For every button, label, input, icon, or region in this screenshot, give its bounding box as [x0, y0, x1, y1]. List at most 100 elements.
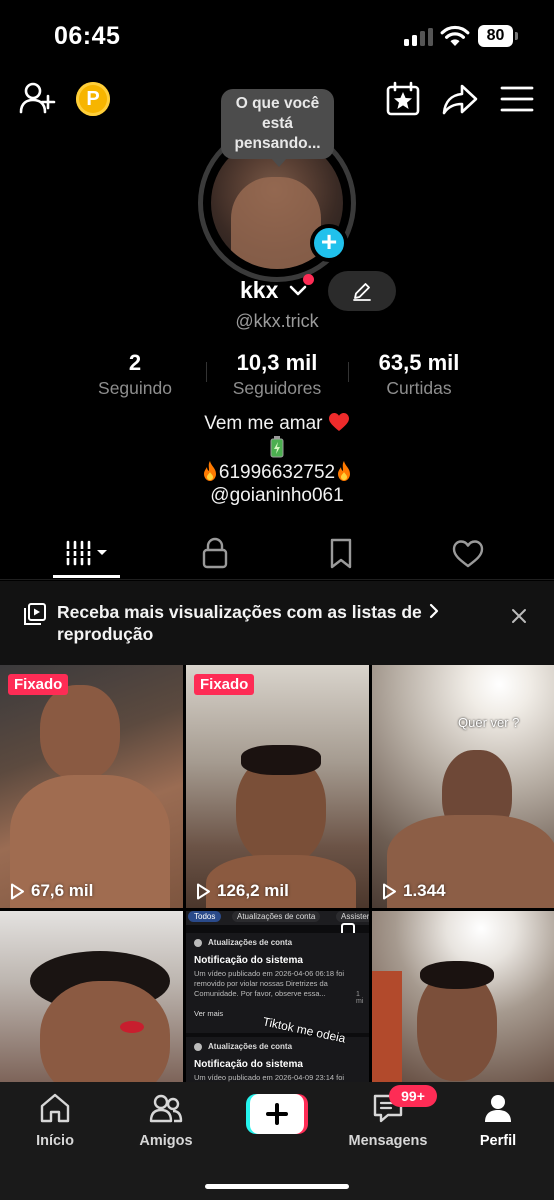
battery-icon: 80 [478, 25, 518, 47]
chevron-right-icon[interactable] [428, 603, 440, 619]
notif-more: Ver mais [194, 1009, 224, 1018]
stat-followers[interactable]: 10,3 mil Seguidores [210, 350, 344, 399]
stat-following[interactable]: 2 Seguindo [80, 350, 190, 399]
view-count: 1.344 [382, 881, 446, 901]
bio-line-3: 61996632752 [0, 460, 554, 484]
stat-following-label: Seguindo [98, 378, 172, 398]
tab-private-lock-icon[interactable] [195, 536, 235, 570]
view-count-value: 126,2 mil [217, 881, 289, 900]
view-count: 126,2 mil [196, 881, 289, 901]
battery-level: 80 [478, 25, 513, 47]
video-thumbnail[interactable]: Fixado 126,2 mil [186, 665, 369, 908]
stat-likes-value: 63,5 mil [378, 350, 460, 375]
menu-icon[interactable] [498, 80, 536, 118]
stats-divider [348, 362, 349, 382]
stats-divider [206, 362, 207, 382]
video-grid: Fixado 67,6 mil Fixado 126,2 mil Quer ve… [0, 665, 554, 1086]
nav-profile-label: Perfil [479, 1133, 517, 1149]
video-overlay-text: Quer ver ? [458, 715, 520, 730]
share-icon[interactable] [441, 80, 479, 118]
stat-following-value: 2 [128, 350, 142, 375]
view-count-value: 1.344 [403, 881, 446, 900]
stat-likes-label: Curtidas [386, 378, 452, 398]
messages-badge: 99+ [389, 1085, 437, 1107]
notif-tab-all: Todos [188, 911, 222, 922]
stat-followers-value: 10,3 mil [236, 350, 318, 375]
wifi-icon [440, 25, 470, 46]
tabs-divider [0, 579, 554, 580]
tab-active-indicator [53, 575, 120, 578]
bottom-nav: Início Amigos Mensagens 99+ Perfil [0, 1082, 554, 1200]
bio-phone: 61996632752 [218, 462, 336, 483]
add-friend-icon[interactable] [18, 80, 56, 118]
stat-likes[interactable]: 63,5 mil Curtidas [360, 350, 478, 399]
profile-handle: @kkx.trick [235, 311, 319, 331]
home-icon [40, 1093, 70, 1123]
pencil-icon [353, 283, 371, 301]
playlist-icon [24, 603, 46, 625]
notif-time: 1 mi [356, 991, 364, 1005]
status-time: 06:45 [54, 22, 121, 50]
video-thumbnail[interactable]: Quer ver ? 1.344 [372, 665, 554, 908]
edit-profile-button[interactable] [328, 271, 396, 311]
notif-header: Atualizações de conta [208, 938, 293, 947]
play-icon [197, 883, 210, 899]
video-thumbnail[interactable] [372, 911, 554, 1086]
name-row: kkx [0, 274, 554, 310]
view-count: 67,6 mil [10, 881, 93, 901]
bio-line-1: Vem me amar [0, 412, 554, 435]
notif-tab-updates: Atualizações de conta [232, 911, 321, 922]
nav-messages-label: Mensagens [348, 1133, 428, 1149]
tab-videos-grid[interactable] [64, 536, 110, 570]
tab-saved-bookmark-icon[interactable] [321, 536, 361, 570]
bubble-line-3: pensando... [234, 135, 321, 152]
cellular-signal-icon [404, 28, 434, 46]
pinned-badge: Fixado [8, 674, 69, 695]
red-heart-icon [328, 413, 349, 431]
play-icon [11, 883, 24, 899]
video-thumbnail[interactable]: Todos Atualizações de conta Assisten Atu… [186, 911, 369, 1086]
status-bar: 06:45 80 [0, 0, 554, 70]
bio-text-1: Vem me amar [204, 413, 323, 434]
notif-body: Um vídeo publicado em 2026-04-06 06:18 f… [194, 969, 345, 998]
coins-icon[interactable]: P [76, 82, 110, 116]
promo-text: Receba mais visualizações com as listas … [57, 602, 422, 644]
nav-friends[interactable]: Amigos [121, 1092, 211, 1149]
friends-icon [149, 1094, 183, 1123]
stats-row: 2 Seguindo 10,3 mil Seguidores 63,5 mil … [0, 350, 554, 400]
battery-emoji-icon [270, 436, 284, 458]
video-thumbnail[interactable]: Fixado 67,6 mil [0, 665, 183, 908]
play-icon [383, 883, 396, 899]
create-button[interactable] [246, 1094, 308, 1134]
notif-body-2: Um vídeo publicado em 2026-04-09 23:14 f… [194, 1073, 345, 1082]
stat-followers-label: Seguidores [232, 378, 322, 398]
pinned-badge: Fixado [194, 674, 255, 695]
profile-tabs [0, 530, 554, 580]
notif-tab-assist: Assisten [336, 911, 369, 922]
profile-icon [485, 1095, 511, 1122]
notif-title-2: Notificação do sistema [194, 1059, 303, 1070]
playlist-promo-banner[interactable]: Receba mais visualizações com as listas … [0, 581, 554, 665]
nav-home[interactable]: Início [10, 1092, 100, 1149]
home-indicator [205, 1184, 349, 1189]
status-note-bubble[interactable]: O que você está pensando... [221, 89, 334, 167]
calendar-star-icon[interactable] [384, 80, 422, 118]
nav-profile[interactable]: Perfil [453, 1092, 543, 1149]
view-count-value: 67,6 mil [31, 881, 94, 900]
notif-title: Notificação do sistema [194, 955, 303, 966]
fire-icon [203, 461, 216, 481]
video-thumbnail[interactable] [0, 911, 183, 1086]
notif-header-2: Atualizações de conta [208, 1042, 293, 1051]
chevron-down-icon[interactable] [289, 284, 307, 298]
fire-icon [338, 461, 351, 481]
bubble-line-2: está [261, 115, 294, 132]
bubble-line-1: O que você [235, 95, 320, 112]
nav-friends-label: Amigos [139, 1133, 193, 1149]
profile-name[interactable]: kkx [240, 277, 278, 304]
notification-dot [303, 274, 314, 285]
close-icon[interactable] [511, 608, 527, 624]
tab-liked-heart-icon[interactable] [448, 536, 488, 570]
add-story-button[interactable]: + [310, 224, 348, 262]
bio-line-4: @goianinho061 [210, 485, 344, 506]
nav-home-label: Início [36, 1133, 74, 1149]
